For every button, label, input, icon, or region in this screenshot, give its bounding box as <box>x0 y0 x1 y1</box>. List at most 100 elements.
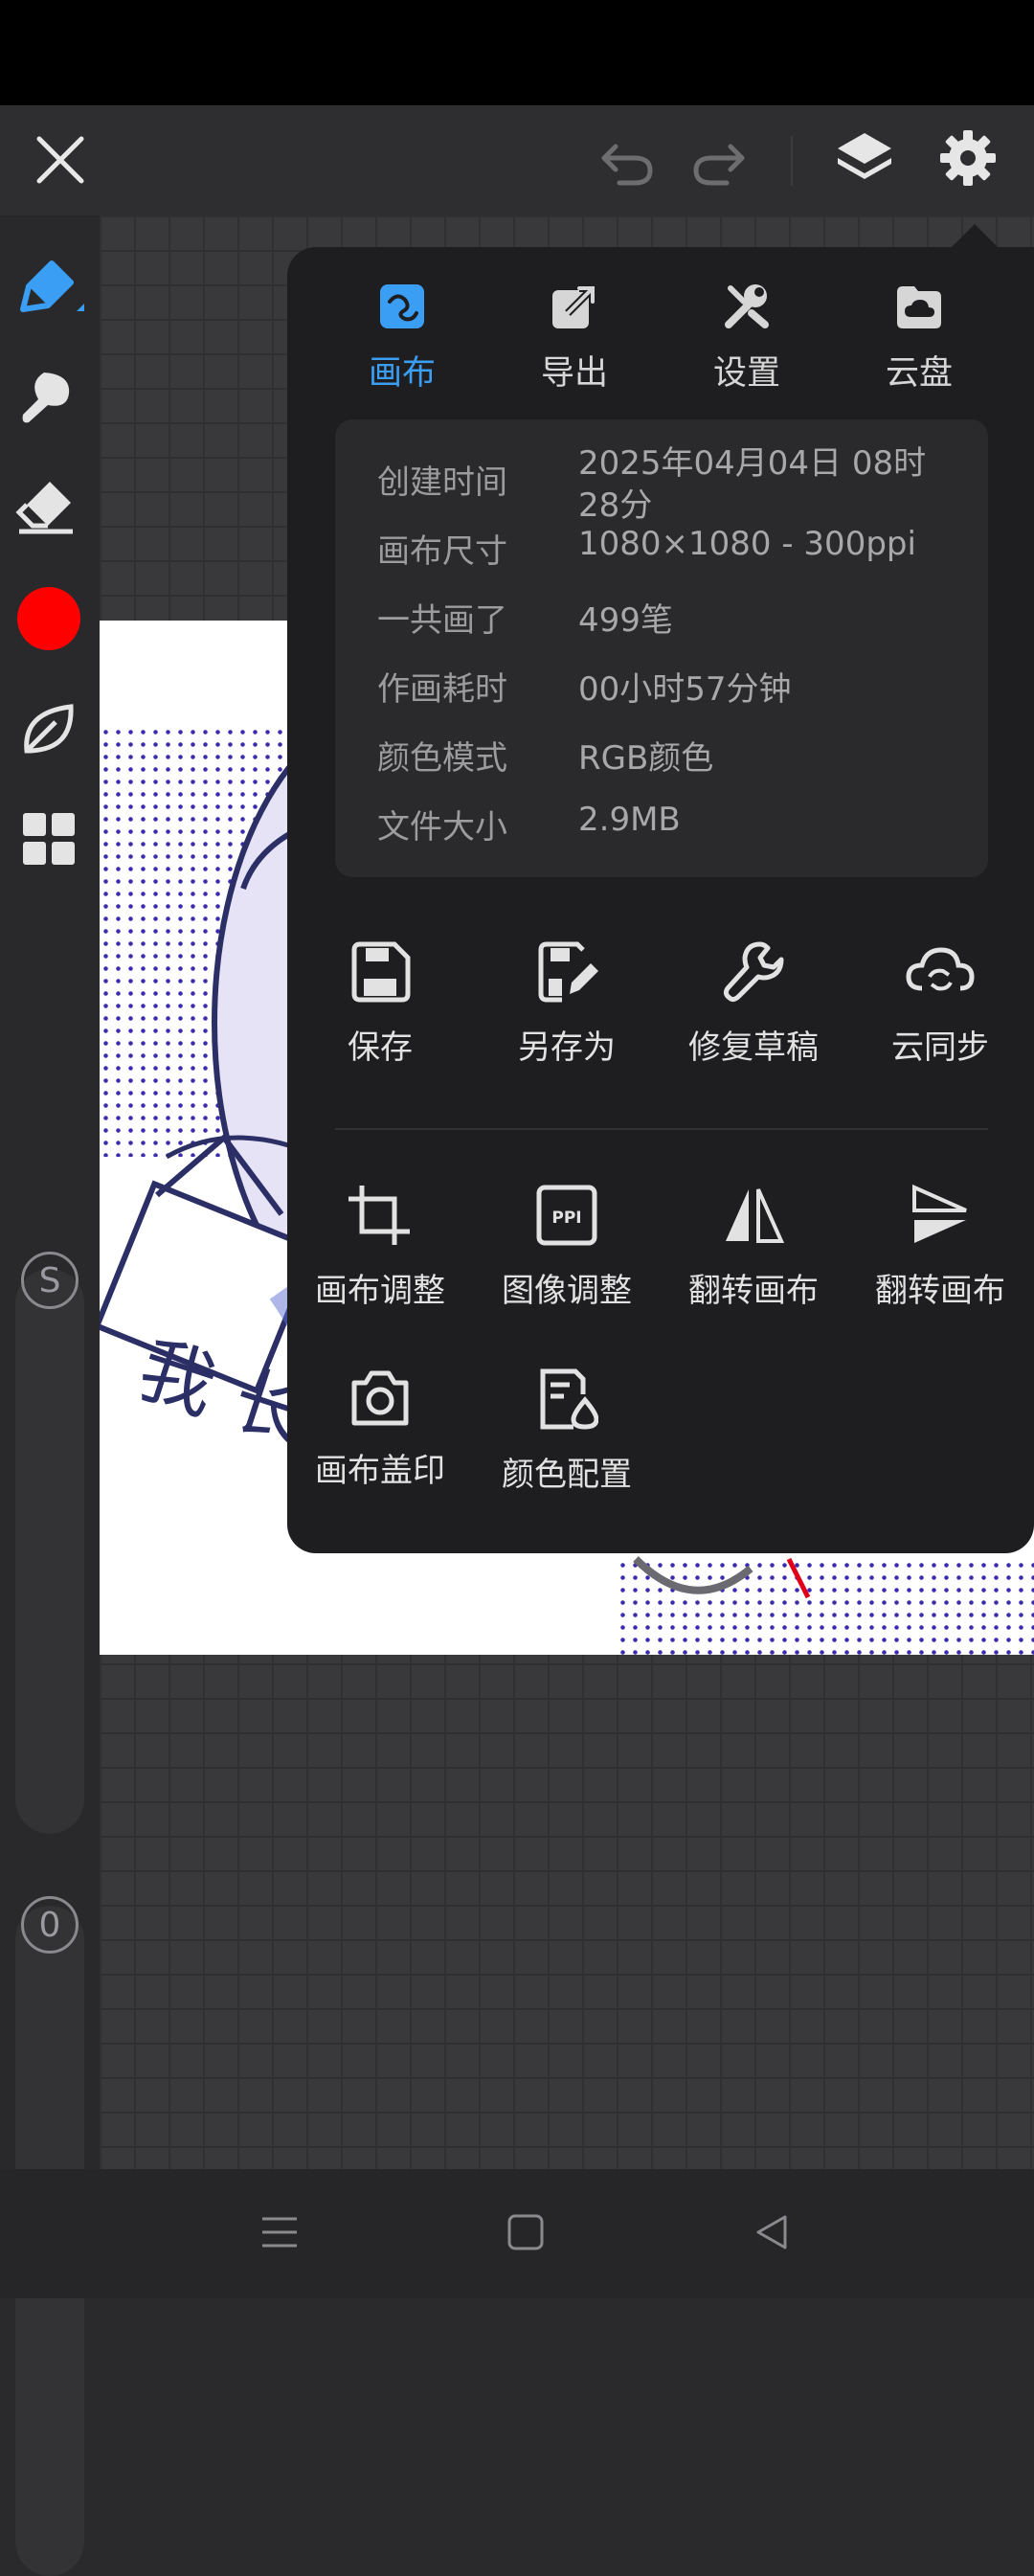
canvas-icon <box>380 284 424 328</box>
recent-apps-button[interactable] <box>260 2213 299 2251</box>
flip-vertical-label: 翻转画布 <box>875 1272 1005 1310</box>
cloud-sync-button[interactable]: 云同步 <box>849 940 1031 1068</box>
wrench-icon <box>723 941 784 1003</box>
cloud-drive-icon <box>897 286 941 328</box>
left-toolbar: S 0 <box>0 215 100 2576</box>
smudge-icon <box>22 373 70 423</box>
flip-vertical-button[interactable]: 翻转画布 <box>849 1184 1031 1311</box>
tab-export-label: 导出 <box>540 354 608 393</box>
info-row-size: 画布尺寸 1080×1080 - 300ppi <box>377 525 971 582</box>
tools-icon <box>725 284 769 328</box>
section-divider <box>335 1128 988 1130</box>
info-key: 创建时间 <box>377 463 507 502</box>
info-row-file-size: 文件大小 2.9MB <box>377 801 971 858</box>
status-bar <box>0 0 1034 105</box>
material-tool-button[interactable] <box>17 699 80 762</box>
close-button[interactable] <box>27 126 94 193</box>
tab-export[interactable]: 导出 <box>503 281 646 395</box>
layers-icon <box>838 133 891 179</box>
tab-settings-label: 设置 <box>712 354 780 393</box>
info-value: 00小时57分钟 <box>578 670 792 709</box>
info-key: 作画耗时 <box>377 670 507 709</box>
top-toolbar <box>0 105 1034 215</box>
eraser-icon <box>15 482 73 534</box>
back-icon <box>756 2215 787 2249</box>
redo-icon <box>693 144 745 186</box>
flip-vertical-icon <box>912 1184 967 1243</box>
save-icon <box>351 941 411 1003</box>
leaf-icon <box>24 704 74 754</box>
save-as-label: 另存为 <box>518 1028 616 1067</box>
info-row-time: 作画耗时 00小时57分钟 <box>377 663 971 720</box>
info-value: 499笔 <box>578 601 673 640</box>
flip-horizontal-label: 翻转画布 <box>688 1272 819 1310</box>
size-slider-knob[interactable]: S <box>21 1252 79 1309</box>
brush-size-slider[interactable]: S <box>15 1252 84 1834</box>
settings-button[interactable] <box>934 124 1001 192</box>
canvas-adjust-button[interactable]: 画布调整 <box>289 1184 471 1311</box>
image-adjust-label: 图像调整 <box>502 1272 632 1310</box>
tab-settings[interactable]: 设置 <box>675 281 819 395</box>
ppi-icon-text: PPI <box>551 1209 581 1228</box>
redo-button[interactable] <box>686 129 753 196</box>
info-value: 2025年04月04日 08时28分 <box>578 444 927 523</box>
repair-draft-button[interactable]: 修复草稿 <box>663 940 844 1068</box>
cloud-sync-icon <box>906 947 975 991</box>
cloud-sync-label: 云同步 <box>891 1028 989 1067</box>
color-config-icon <box>540 1368 598 1430</box>
layers-button[interactable] <box>831 124 898 192</box>
eraser-tool-button[interactable] <box>15 476 84 545</box>
flip-horizontal-icon <box>726 1188 785 1243</box>
flip-horizontal-button[interactable]: 翻转画布 <box>663 1184 844 1311</box>
color-swatch[interactable] <box>17 587 80 650</box>
camera-icon <box>351 1370 409 1426</box>
tab-cloud-drive[interactable]: 云盘 <box>847 281 991 395</box>
grid-icon <box>23 813 75 865</box>
info-value: 2.9MB <box>578 801 681 839</box>
info-value: 1080×1080 - 300ppi <box>578 525 916 563</box>
repair-draft-label: 修复草稿 <box>688 1028 819 1067</box>
popup-arrow <box>950 224 1000 249</box>
info-row-created: 创建时间 2025年04月04日 08时28分 <box>377 442 971 523</box>
image-adjust-button[interactable]: PPI 图像调整 <box>476 1184 658 1311</box>
undo-icon <box>601 144 653 186</box>
info-row-strokes: 一共画了 499笔 <box>377 594 971 651</box>
crop-icon <box>348 1186 410 1245</box>
more-tools-button[interactable] <box>21 811 79 869</box>
canvas-settings-popup: 画布 导出 设置 云盘 创建时间 2025年04月04日 08时28分 画布尺寸… <box>287 247 1034 1553</box>
save-as-button[interactable]: 另存为 <box>476 940 658 1068</box>
home-icon <box>507 2214 544 2250</box>
export-icon <box>552 284 596 328</box>
info-key: 颜色模式 <box>377 739 507 778</box>
pen-tool-button[interactable] <box>15 254 84 323</box>
toolbar-divider <box>791 136 793 186</box>
save-as-icon <box>538 941 598 1003</box>
color-config-button[interactable]: 颜色配置 <box>476 1367 658 1495</box>
save-button[interactable]: 保存 <box>289 940 471 1068</box>
menu-icon <box>262 2217 297 2248</box>
gear-icon <box>940 130 996 186</box>
canvas-stamp-label: 画布盖印 <box>315 1452 445 1490</box>
ppi-icon: PPI <box>536 1185 597 1246</box>
back-button[interactable] <box>753 2213 791 2251</box>
system-nav-bar <box>0 2169 1034 2298</box>
close-icon <box>36 136 84 184</box>
canvas-info-card: 创建时间 2025年04月04日 08时28分 画布尺寸 1080×1080 -… <box>335 419 988 877</box>
info-row-color-mode: 颜色模式 RGB颜色 <box>377 732 971 789</box>
canvas-stamp-button[interactable]: 画布盖印 <box>289 1367 471 1491</box>
tab-canvas[interactable]: 画布 <box>330 281 474 395</box>
info-key: 文件大小 <box>377 808 507 847</box>
info-key: 画布尺寸 <box>377 532 507 571</box>
pen-icon <box>20 260 84 312</box>
home-button[interactable] <box>506 2213 545 2251</box>
tab-canvas-label: 画布 <box>368 354 436 393</box>
info-key: 一共画了 <box>377 601 507 640</box>
color-config-label: 颜色配置 <box>502 1456 632 1494</box>
opacity-slider-knob[interactable]: 0 <box>21 1896 79 1954</box>
save-label: 保存 <box>348 1028 413 1067</box>
info-value: RGB颜色 <box>578 739 714 778</box>
canvas-adjust-label: 画布调整 <box>315 1272 445 1310</box>
tab-cloud-drive-label: 云盘 <box>885 354 953 393</box>
smudge-tool-button[interactable] <box>15 367 84 436</box>
undo-button[interactable] <box>594 129 661 196</box>
